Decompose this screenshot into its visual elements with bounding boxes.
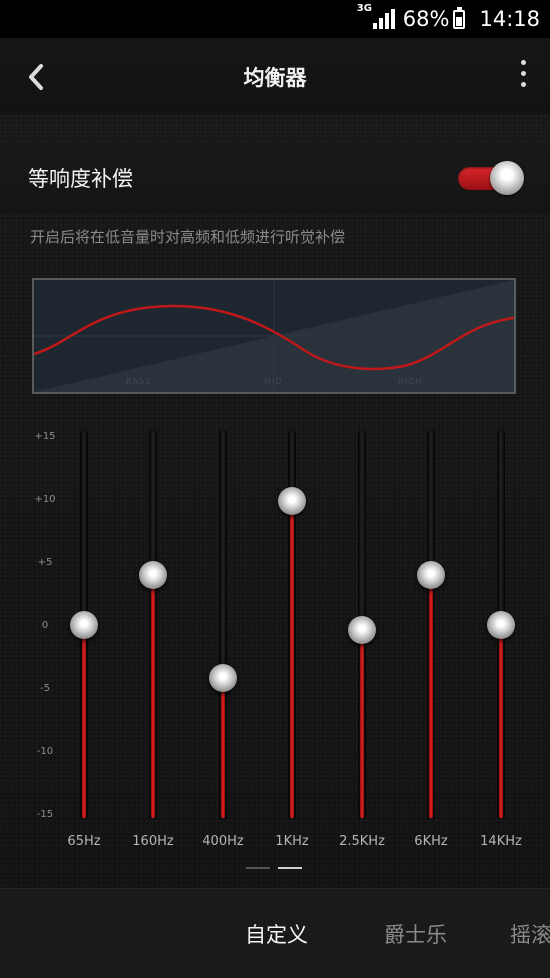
db-label: +10 <box>34 494 56 505</box>
slider-level-fill <box>429 575 433 818</box>
slider-knob[interactable] <box>417 561 445 590</box>
eq-slider-160hz[interactable] <box>133 430 173 820</box>
slider-level-fill <box>151 575 155 818</box>
loudness-toggle[interactable] <box>458 161 524 195</box>
freq-label-1khz: 1KHz <box>275 834 309 849</box>
eq-curve-preview: BASS MID HIGH <box>32 278 516 394</box>
slider-level-fill <box>360 629 364 818</box>
slider-knob[interactable] <box>278 487 306 516</box>
db-label: -15 <box>36 809 54 820</box>
preset-bar: 自定义 爵士乐 摇滚 <box>0 888 550 978</box>
slider-knob[interactable] <box>348 615 376 644</box>
freq-label-6khz: 6KHz <box>414 834 448 849</box>
status-bar: 3G 68% 14:18 <box>0 0 550 38</box>
page-indicator <box>246 867 270 869</box>
curve-band-mid: MID <box>264 377 283 386</box>
db-label: -5 <box>40 683 50 694</box>
preset-custom[interactable]: 自定义 <box>245 919 308 949</box>
network-type: 3G <box>356 3 372 14</box>
eq-curve-graph <box>34 280 514 392</box>
freq-label-400hz: 400Hz <box>202 834 244 849</box>
more-options-button[interactable] <box>518 60 528 92</box>
toggle-thumb <box>490 161 524 195</box>
freq-label-14khz: 14KHz <box>480 834 522 849</box>
slider-knob[interactable] <box>209 664 237 693</box>
slider-knob[interactable] <box>70 611 98 639</box>
eq-slider-1khz[interactable] <box>272 430 312 820</box>
preset-jazz[interactable]: 爵士乐 <box>384 919 447 949</box>
eq-slider-2-5khz[interactable] <box>342 430 382 820</box>
eq-slider-6khz[interactable] <box>411 430 451 820</box>
slider-knob[interactable] <box>487 611 515 639</box>
slider-knob[interactable] <box>139 561 167 590</box>
battery-percent: 68% <box>402 7 450 31</box>
equalizer-sliders: +15 +10 +5 0 -5 -10 -15 65Hz 160Hz 400Hz… <box>0 420 550 860</box>
clock: 14:18 <box>479 7 540 31</box>
preset-rock[interactable]: 摇滚 <box>510 919 550 949</box>
db-label: 0 <box>41 620 49 631</box>
battery-icon <box>453 6 466 29</box>
app-header: 均衡器 <box>0 38 550 114</box>
freq-label-160hz: 160Hz <box>132 834 174 849</box>
eq-slider-400hz[interactable] <box>203 430 243 820</box>
freq-label-65hz: 65Hz <box>67 834 101 849</box>
more-vert-icon <box>518 60 528 87</box>
loudness-description: 开启后将在低音量时对高频和低频进行听觉补偿 <box>30 228 346 246</box>
eq-slider-65hz[interactable] <box>64 430 104 820</box>
slider-level-fill <box>290 501 294 818</box>
db-label: +5 <box>37 557 53 568</box>
db-label: +15 <box>34 431 56 442</box>
page-title: 均衡器 <box>243 66 307 90</box>
curve-band-high: HIGH <box>398 377 423 386</box>
signal-icon: 3G <box>357 3 395 29</box>
page-indicator-active <box>278 867 302 869</box>
db-label: -10 <box>36 746 54 757</box>
loudness-label: 等响度补偿 <box>28 167 133 191</box>
slider-level-fill <box>499 625 503 818</box>
freq-label-2-5khz: 2.5KHz <box>339 834 385 849</box>
eq-slider-14khz[interactable] <box>481 430 521 820</box>
slider-level-fill <box>221 678 225 818</box>
slider-level-fill <box>82 625 86 818</box>
loudness-compensation-row: 等响度补偿 <box>0 140 550 214</box>
curve-band-bass: BASS <box>126 377 152 386</box>
